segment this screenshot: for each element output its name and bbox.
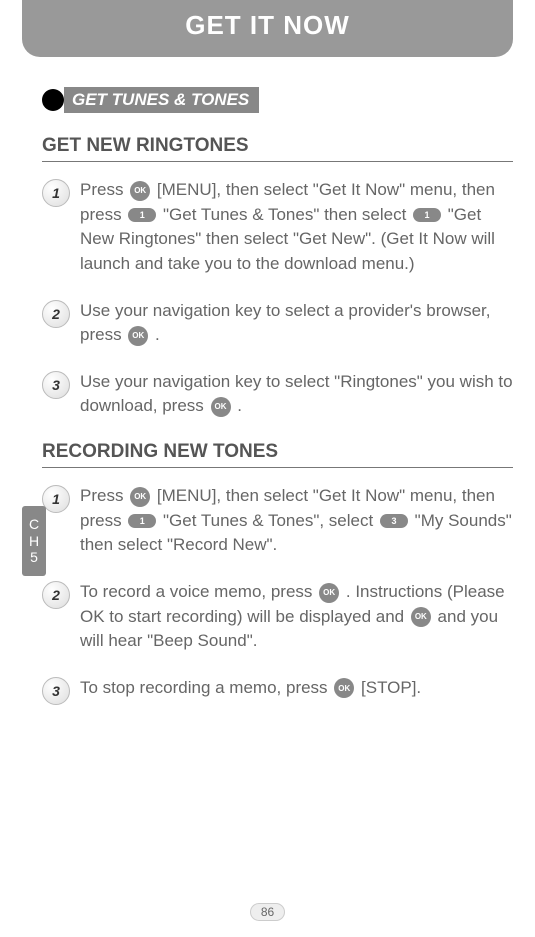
instruction-step: 1Press OK [MENU], then select "Get It No… — [42, 484, 513, 558]
one-key-icon: 1 — [413, 208, 441, 222]
chapter-tab-num: 5 — [30, 549, 38, 566]
chapter-tab-h: H — [29, 533, 39, 550]
instruction-step: 3 Use your navigation key to select "Ring… — [42, 370, 513, 419]
step-text: To record a voice memo, press OK . Instr… — [80, 580, 513, 654]
step-number: 3 — [42, 677, 70, 705]
section-title: RECORDING NEW TONES — [42, 441, 513, 468]
step-number: 1 — [42, 179, 70, 207]
instruction-step: 2 Use your navigation key to select a pro… — [42, 299, 513, 348]
step-text: Use your navigation key to select "Ringt… — [80, 370, 513, 419]
one-key-icon: 1 — [128, 514, 156, 528]
ok-key-icon: OK — [211, 397, 231, 417]
sub-header-label: GET TUNES & TONES — [64, 87, 259, 113]
three-key-icon: 3 — [380, 514, 408, 528]
step-text: Press OK [MENU], then select "Get It Now… — [80, 484, 513, 558]
page-number: 86 — [250, 903, 285, 921]
ok-key-icon: OK — [128, 326, 148, 346]
sub-header: GET TUNES & TONES — [42, 87, 513, 113]
step-number: 2 — [42, 581, 70, 609]
step-text: Use your navigation key to select a prov… — [80, 299, 513, 348]
page-header: GET IT NOW — [22, 0, 513, 57]
instruction-step: 1Press OK [MENU], then select "Get It No… — [42, 178, 513, 277]
step-number: 3 — [42, 371, 70, 399]
content-area: GET TUNES & TONES GET NEW RINGTONES1Pres… — [0, 57, 535, 705]
page-title: GET IT NOW — [185, 10, 350, 40]
ok-key-icon: OK — [130, 181, 150, 201]
chapter-tab-c: C — [29, 516, 39, 533]
bullet-icon — [42, 89, 64, 111]
step-number: 2 — [42, 300, 70, 328]
section-title: GET NEW RINGTONES — [42, 135, 513, 162]
page-number-wrap: 86 — [0, 903, 535, 921]
ok-key-icon: OK — [334, 678, 354, 698]
chapter-tab: C H 5 — [22, 506, 46, 576]
step-text: To stop recording a memo, press OK [STOP… — [80, 676, 421, 701]
step-text: Press OK [MENU], then select "Get It Now… — [80, 178, 513, 277]
ok-key-icon: OK — [411, 607, 431, 627]
step-number: 1 — [42, 485, 70, 513]
instruction-step: 2 To record a voice memo, press OK . Inst… — [42, 580, 513, 654]
ok-key-icon: OK — [319, 583, 339, 603]
instruction-step: 3 To stop recording a memo, press OK [STO… — [42, 676, 513, 705]
ok-key-icon: OK — [130, 487, 150, 507]
one-key-icon: 1 — [128, 208, 156, 222]
